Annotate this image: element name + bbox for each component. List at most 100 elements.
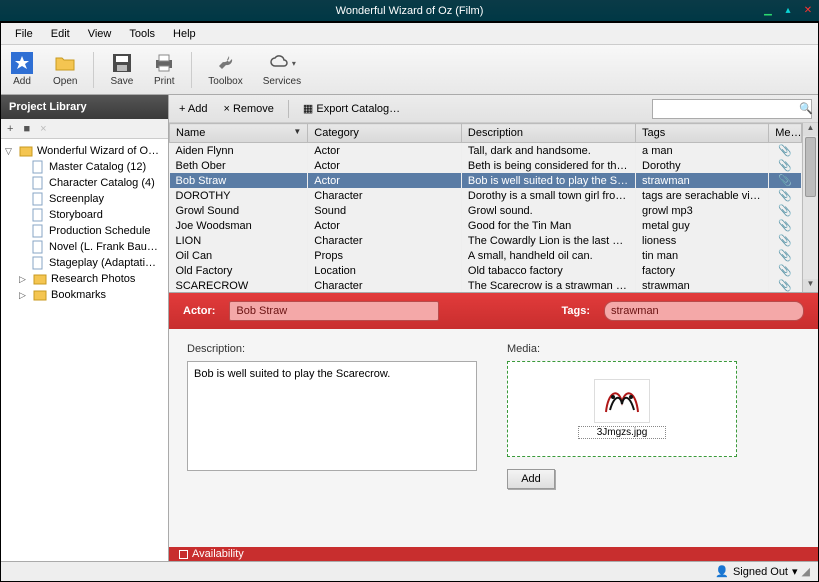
titlebar: Wonderful Wizard of Oz (Film) ▁ ▴ ✕ <box>0 0 819 22</box>
export-catalog-button[interactable]: ▦ Export Catalog… <box>299 100 404 117</box>
search-field[interactable]: 🔍 <box>652 99 812 119</box>
user-icon: 👤 <box>715 565 729 578</box>
actor-field[interactable] <box>229 301 439 321</box>
table-row[interactable]: DOROTHYCharacterDorothy is a small town … <box>170 188 802 203</box>
toolbox-button[interactable]: Toolbox <box>204 50 246 89</box>
scroll-up-icon[interactable]: ▲ <box>803 123 818 136</box>
add-button[interactable]: Add <box>7 50 37 89</box>
attachment-icon: 📎 <box>778 280 792 292</box>
signin-status[interactable]: Signed Out <box>733 566 788 578</box>
scroll-thumb[interactable] <box>805 137 816 197</box>
table-row[interactable]: Beth OberActorBeth is being considered f… <box>170 158 802 173</box>
table-row[interactable]: SCARECROWCharacterThe Scarecrow is a str… <box>170 278 802 292</box>
floppy-icon <box>111 52 133 74</box>
table-row[interactable]: Bob StrawActorBob is well suited to play… <box>170 173 802 188</box>
page-icon <box>31 256 45 270</box>
tree-folder-button[interactable]: ■ <box>23 123 30 135</box>
window-title: Wonderful Wizard of Oz (Film) <box>336 5 484 17</box>
menu-edit[interactable]: Edit <box>43 26 78 42</box>
catalog-add-button[interactable]: + Add <box>175 101 211 117</box>
collapse-icon[interactable]: ▽ <box>5 146 15 157</box>
attachment-icon: 📎 <box>778 175 792 187</box>
page-icon <box>31 208 45 222</box>
statusbar: 👤 Signed Out ▾ ◢ <box>1 561 818 581</box>
attachment-icon: 📎 <box>778 160 792 172</box>
tags-label: Tags: <box>561 305 590 317</box>
project-icon <box>19 144 33 158</box>
star-add-icon <box>11 52 33 74</box>
attachment-icon: 📎 <box>778 265 792 277</box>
col-name[interactable]: Name▼ <box>170 124 308 143</box>
table-row[interactable]: Joe WoodsmanActorGood for the Tin Manmet… <box>170 218 802 233</box>
col-tags[interactable]: Tags <box>636 124 769 143</box>
checkbox-icon[interactable] <box>179 550 188 559</box>
catalog-remove-button[interactable]: × Remove <box>219 101 277 117</box>
resize-grip-icon[interactable]: ◢ <box>802 565 810 578</box>
chevron-down-icon[interactable]: ▾ <box>792 565 798 578</box>
minimize-button[interactable]: ▁ <box>761 4 775 18</box>
search-icon[interactable]: 🔍 <box>799 102 813 115</box>
table-scrollbar[interactable]: ▲ ▼ <box>802 123 818 292</box>
sidebar: Project Library + ■ × ▽ Wonderful Wizard… <box>1 95 169 561</box>
description-field[interactable] <box>187 361 477 471</box>
chevron-down-icon: ▾ <box>292 59 296 68</box>
expand-icon[interactable]: ▷ <box>19 274 29 285</box>
col-description[interactable]: Description <box>461 124 635 143</box>
sidebar-toolbar: + ■ × <box>1 119 168 139</box>
detail-header: Actor: Tags: <box>169 293 818 329</box>
tree-folder-research[interactable]: ▷ Research Photos <box>3 271 166 287</box>
save-button[interactable]: Save <box>106 50 137 89</box>
menu-help[interactable]: Help <box>165 26 204 42</box>
media-add-button[interactable]: Add <box>507 469 555 489</box>
services-button[interactable]: ▾ Services <box>259 50 305 89</box>
table-row[interactable]: Oil CanPropsA small, handheld oil can.ti… <box>170 248 802 263</box>
tree-item[interactable]: Stageplay (Adaptati… <box>3 255 166 271</box>
scroll-down-icon[interactable]: ▼ <box>803 279 818 292</box>
tree-folder-bookmarks[interactable]: ▷ Bookmarks <box>3 287 166 303</box>
tree-item[interactable]: Storyboard <box>3 207 166 223</box>
detail-panel: Actor: Tags: Description: Media: <box>169 293 818 561</box>
menu-file[interactable]: File <box>7 26 41 42</box>
page-icon <box>31 192 45 206</box>
page-icon <box>31 224 45 238</box>
media-filename[interactable]: 3Jmgzs.jpg <box>578 426 667 439</box>
actor-label: Actor: <box>183 305 215 317</box>
page-icon <box>31 160 45 174</box>
availability-section[interactable]: Availability <box>169 547 818 561</box>
tree-item[interactable]: Master Catalog (12) <box>3 159 166 175</box>
maximize-button[interactable]: ▴ <box>781 4 795 18</box>
table-row[interactable]: Growl SoundSoundGrowl sound.growl mp3📎 <box>170 203 802 218</box>
col-media[interactable]: Me… <box>769 124 802 143</box>
tree-root[interactable]: ▽ Wonderful Wizard of O… <box>3 143 166 159</box>
catalog-table[interactable]: Name▼ Category Description Tags Me… Aide… <box>169 123 802 292</box>
search-input[interactable] <box>657 103 799 115</box>
menu-tools[interactable]: Tools <box>121 26 163 42</box>
tree-add-button[interactable]: + <box>7 123 13 135</box>
tree-item[interactable]: Production Schedule <box>3 223 166 239</box>
tree-delete-button[interactable]: × <box>40 123 46 135</box>
attachment-icon: 📎 <box>778 190 792 202</box>
tags-field[interactable] <box>604 301 804 321</box>
wrench-icon <box>215 52 237 74</box>
table-row[interactable]: LIONCharacterThe Cowardly Lion is the la… <box>170 233 802 248</box>
expand-icon[interactable]: ▷ <box>19 290 29 301</box>
media-thumbnail[interactable] <box>594 379 650 423</box>
table-row[interactable]: Aiden FlynnActorTall, dark and handsome.… <box>170 143 802 159</box>
open-button[interactable]: Open <box>49 50 81 89</box>
attachment-icon: 📎 <box>778 235 792 247</box>
project-tree[interactable]: ▽ Wonderful Wizard of O… Master Catalog … <box>1 139 168 561</box>
folder-icon <box>33 288 47 302</box>
attachment-icon: 📎 <box>778 250 792 262</box>
sort-desc-icon: ▼ <box>293 127 301 136</box>
col-category[interactable]: Category <box>308 124 462 143</box>
table-row[interactable]: Old FactoryLocationOld tabacco factoryfa… <box>170 263 802 278</box>
tree-item[interactable]: Screenplay <box>3 191 166 207</box>
tree-item[interactable]: Novel (L. Frank Bau… <box>3 239 166 255</box>
close-button[interactable]: ✕ <box>801 4 815 18</box>
main-toolbar: Add Open Save Print Toolbox ▾ Se <box>1 45 818 95</box>
tree-item[interactable]: Character Catalog (4) <box>3 175 166 191</box>
print-button[interactable]: Print <box>149 50 179 89</box>
media-dropzone[interactable]: 3Jmgzs.jpg <box>507 361 737 457</box>
cloud-icon <box>268 52 290 74</box>
menu-view[interactable]: View <box>80 26 120 42</box>
